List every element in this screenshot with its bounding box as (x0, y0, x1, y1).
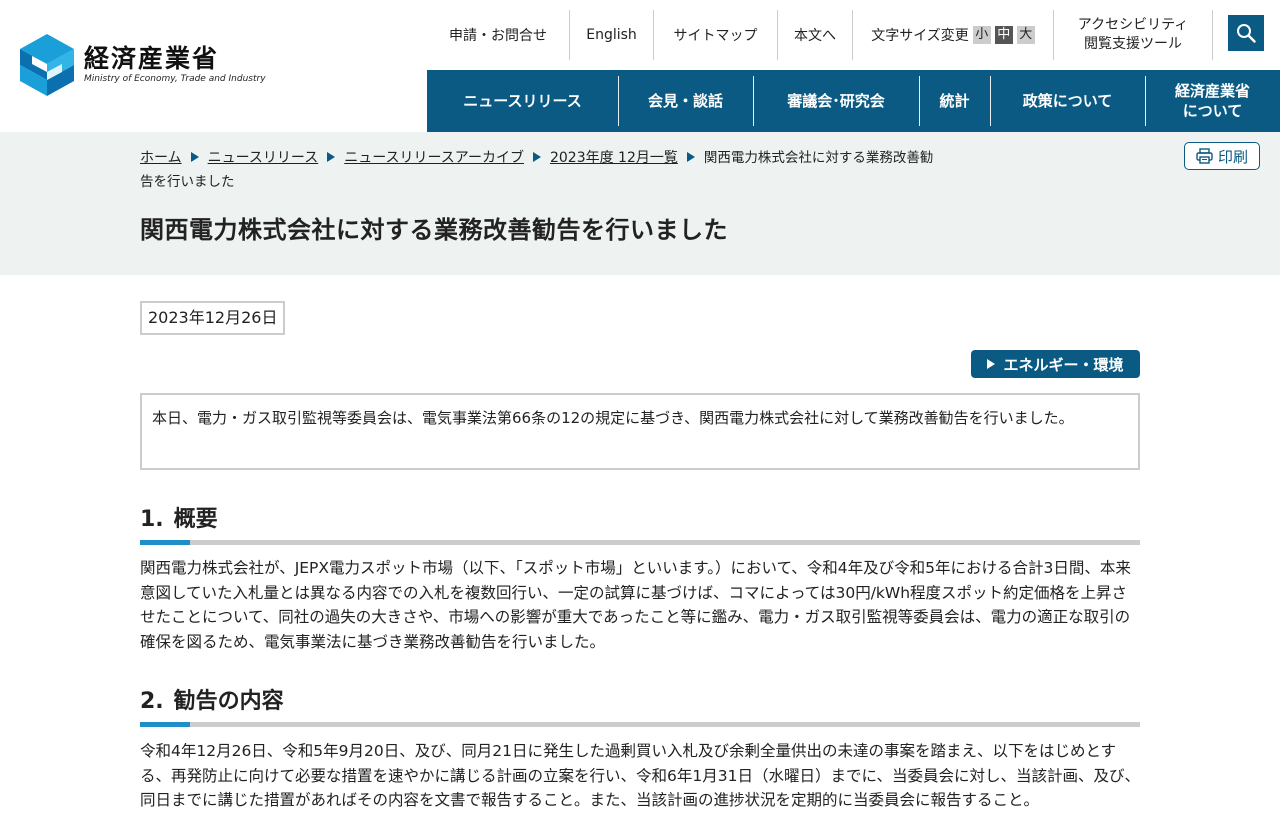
breadcrumb-current-line2: 告を行いました (140, 174, 235, 190)
section-body-recommendation: 令和4年12月26日、令和5年9月20日、及び、同月21日に発生した過剰買い入札… (140, 742, 1140, 809)
sitemap-link[interactable]: サイトマップ (654, 10, 778, 60)
font-size-medium-button[interactable]: 中 (994, 26, 1013, 44)
section-body-overview: 関西電力株式会社が、JEPX電力スポット市場（以下、「スポット市場」といいます。… (140, 559, 1131, 651)
accessibility-tool-link[interactable]: アクセシビリティ 閲覧支援ツール (1054, 10, 1213, 60)
section-title: 勧告の内容 (173, 689, 284, 714)
contact-link[interactable]: 申請・お問合せ (427, 10, 570, 60)
gnav-press-conference[interactable]: 会見・談話 (618, 70, 753, 132)
printer-icon (1196, 148, 1213, 164)
breadcrumb-arrow-icon (686, 152, 695, 162)
logo-english-name: Ministry of Economy, Trade and Industry (84, 74, 266, 84)
gnav-about-line1: 経済産業省 (1174, 82, 1250, 100)
title-band: ホーム ニュースリリース ニュースリリースアーカイブ 2023年度 12月一覧 関西電力… (0, 132, 1280, 275)
meti-logo[interactable]: 経済産業省 Ministry of Economy, Trade and Ind… (20, 34, 266, 96)
breadcrumb-news-link[interactable]: ニュースリリース (208, 150, 319, 166)
section-number: 1. (140, 507, 164, 532)
font-size-large-button[interactable]: 大 (1016, 26, 1035, 44)
heading-underline (140, 540, 1140, 545)
breadcrumb-month-link[interactable]: 2023年度 12月一覧 (550, 150, 678, 166)
gnav-about-meti[interactable]: 経済産業省 について (1145, 70, 1280, 132)
gnav-policy[interactable]: 政策について (990, 70, 1145, 132)
logo-name: 経済産業省 (84, 44, 220, 73)
breadcrumb-home-link[interactable]: ホーム (140, 150, 182, 166)
gnav-news-release[interactable]: ニュースリリース (427, 70, 618, 132)
section-number: 2. (140, 689, 164, 714)
print-button[interactable]: 印刷 (1184, 142, 1260, 170)
accessibility-label-line1: アクセシビリティ (1077, 17, 1189, 33)
search-icon (1237, 24, 1256, 43)
font-size-control: 文字サイズ変更 小 中 大 (853, 10, 1054, 60)
breadcrumb-arrow-icon (532, 152, 541, 162)
global-nav: ニュースリリース 会見・談話 審議会･研究会 統計 政策について 経済産業省 に… (427, 70, 1280, 132)
gnav-statistics[interactable]: 統計 (919, 70, 990, 132)
skip-to-main-link[interactable]: 本文へ (778, 10, 853, 60)
release-date: 2023年12月26日 (140, 301, 286, 335)
section-heading-recommendation: 2. 勧告の内容 (140, 683, 1140, 727)
accessibility-label-line2: 閲覧支援ツール (1084, 36, 1182, 52)
gnav-council[interactable]: 審議会･研究会 (753, 70, 919, 132)
breadcrumb: ホーム ニュースリリース ニュースリリースアーカイブ 2023年度 12月一覧 関西電力… (140, 146, 940, 194)
summary-box: 本日、電力・ガス取引監視等委員会は、電気事業法第66条の12の規定に基づき、関西… (140, 393, 1140, 470)
search-button[interactable] (1228, 15, 1264, 51)
section-heading-overview: 1. 概要 (140, 501, 1140, 545)
heading-underline (140, 722, 1140, 727)
category-tag-energy[interactable]: エネルギー・環境 (971, 350, 1140, 378)
site-header: 経済産業省 Ministry of Economy, Trade and Ind… (0, 0, 1280, 132)
gnav-about-line2: について (1182, 102, 1243, 120)
utility-nav: 申請・お問合せ English サイトマップ 本文へ 文字サイズ変更 小 中 大… (427, 10, 1213, 60)
breadcrumb-archive-link[interactable]: ニュースリリースアーカイブ (344, 150, 524, 166)
page-title: 関西電力株式会社に対する業務改善勧告を行いました (140, 216, 728, 244)
triangle-right-icon (987, 359, 996, 369)
category-label: エネルギー・環境 (1003, 355, 1124, 374)
font-size-label: 文字サイズ変更 (871, 28, 969, 44)
breadcrumb-current-line1: 関西電力株式会社に対する業務改善勧 (703, 150, 934, 166)
english-link[interactable]: English (570, 10, 654, 60)
breadcrumb-arrow-icon (327, 152, 336, 162)
meti-logo-mark-icon (20, 34, 74, 96)
font-size-small-button[interactable]: 小 (972, 26, 991, 44)
print-label: 印刷 (1217, 147, 1248, 166)
section-title: 概要 (173, 507, 218, 532)
breadcrumb-arrow-icon (190, 152, 199, 162)
